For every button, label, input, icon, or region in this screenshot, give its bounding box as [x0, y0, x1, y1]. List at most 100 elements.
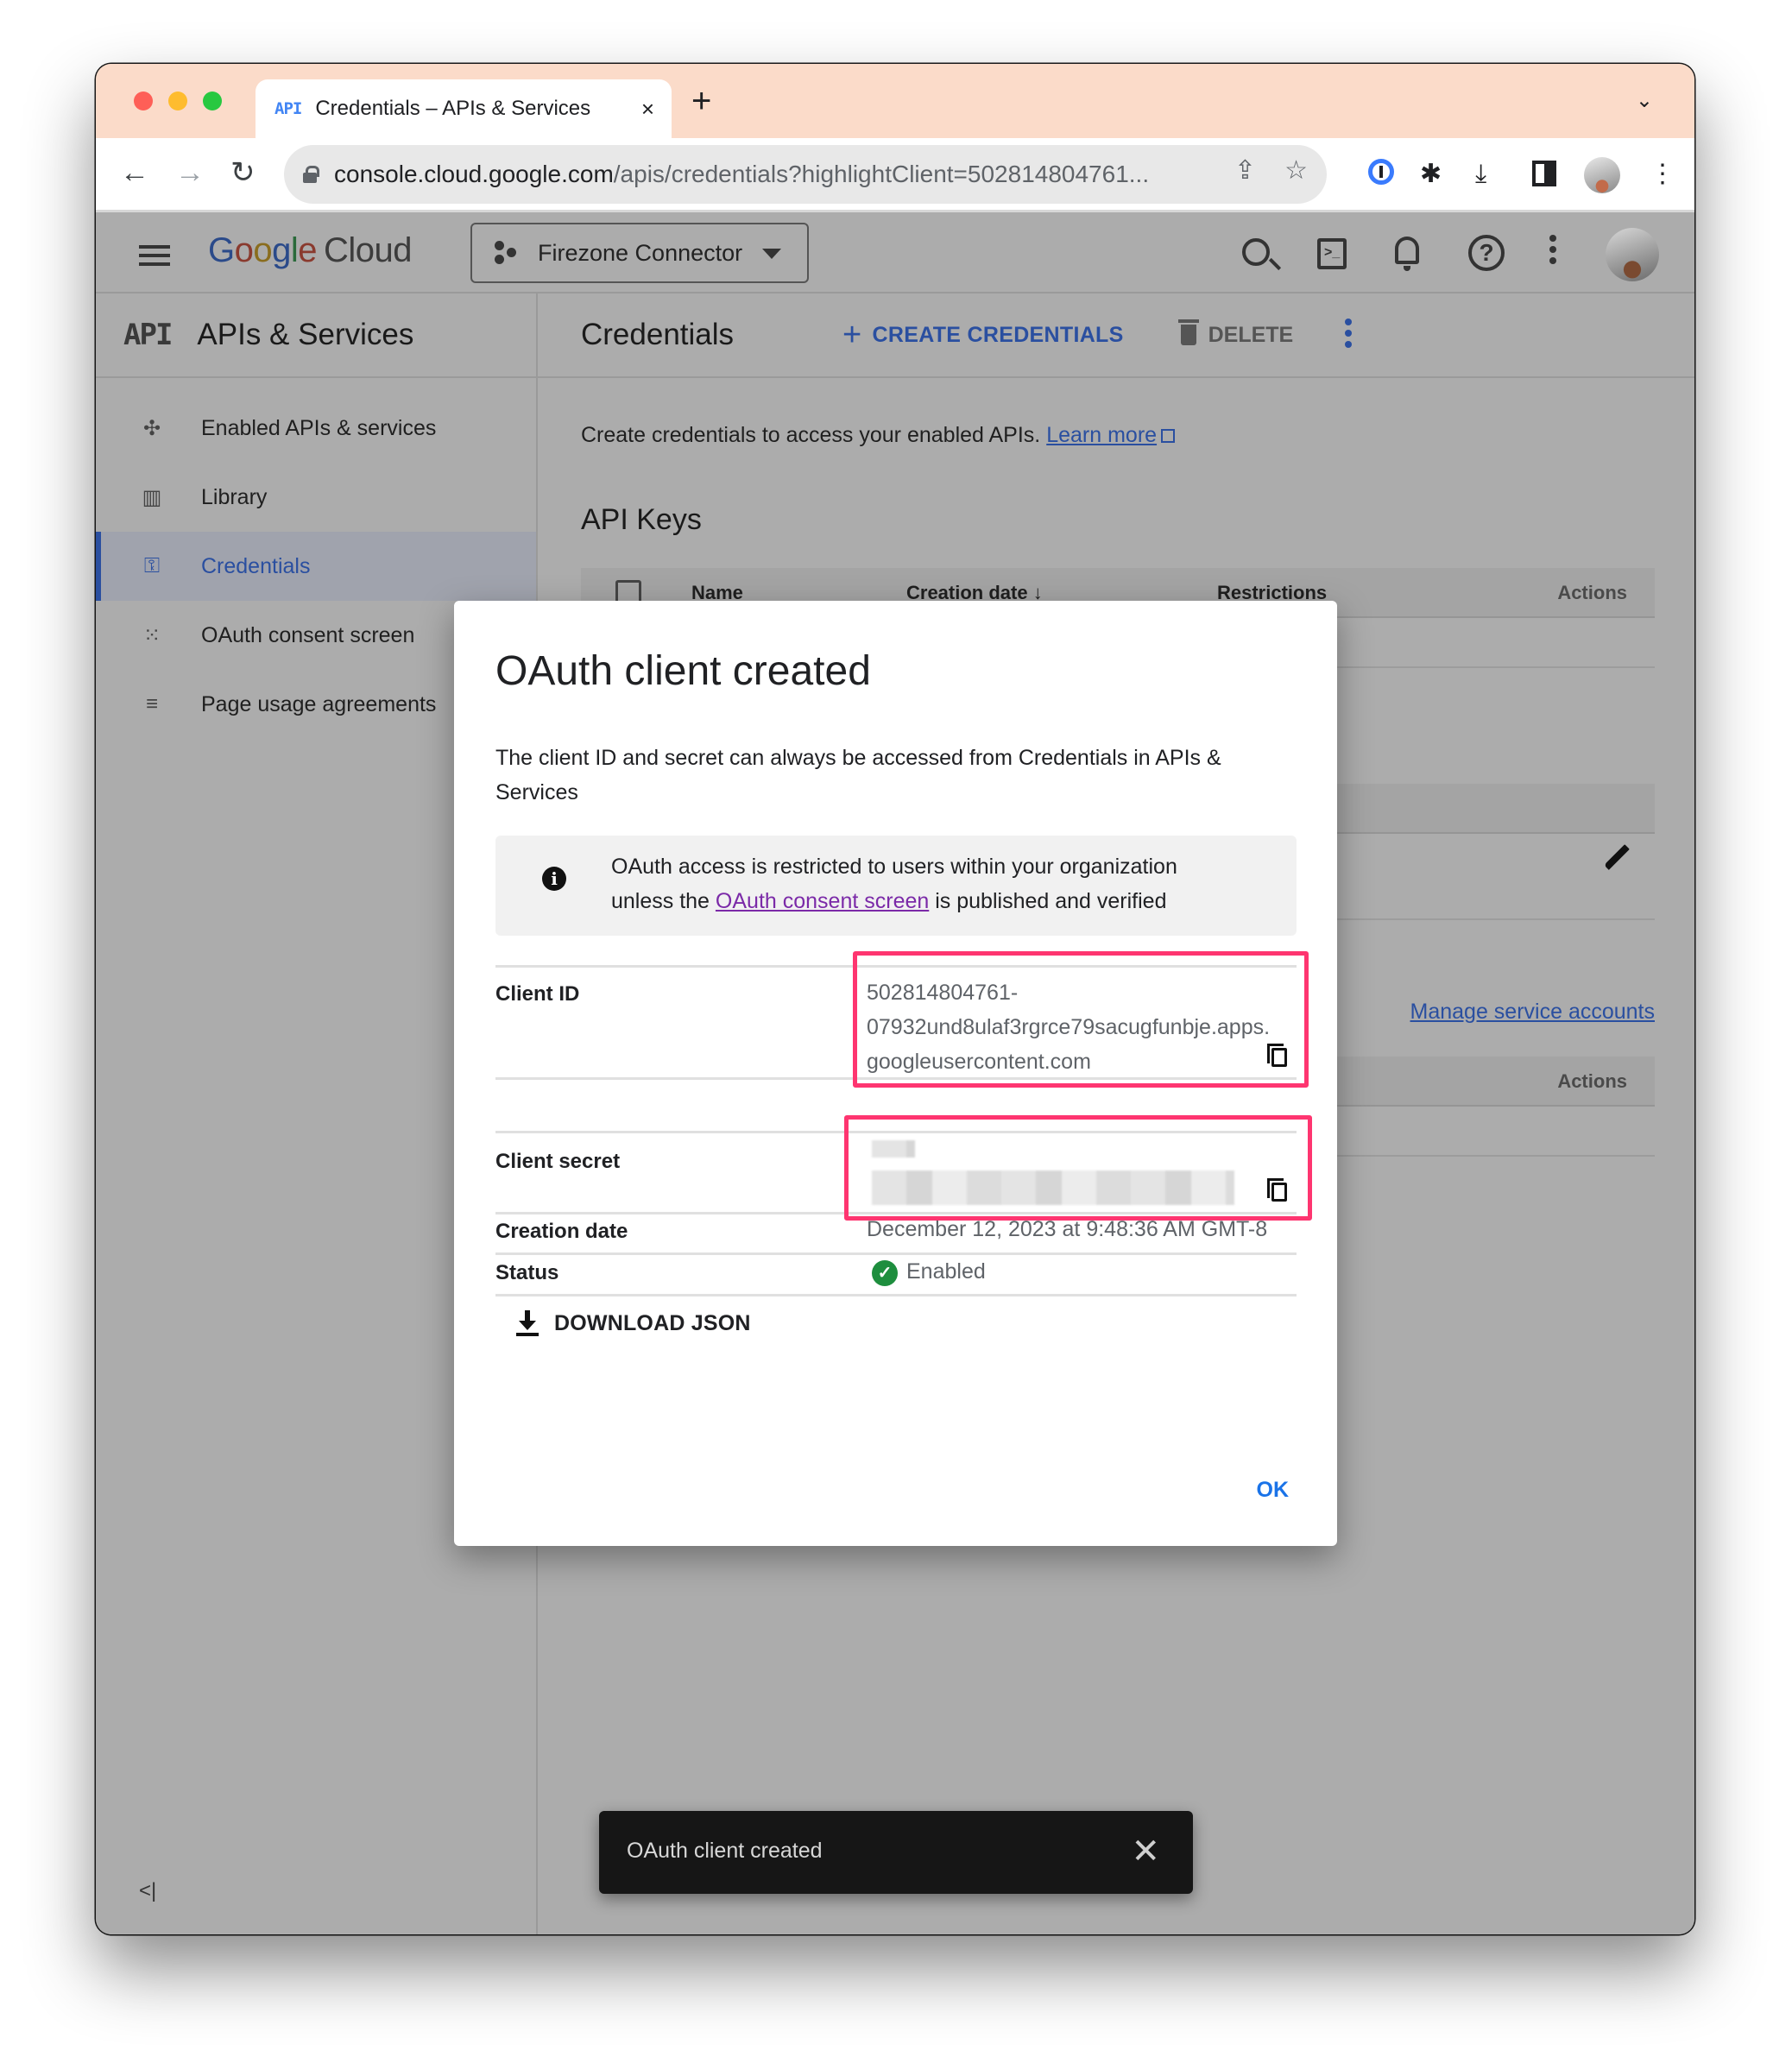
more-actions-icon[interactable] — [1345, 318, 1353, 352]
project-icon — [495, 241, 519, 265]
share-icon[interactable]: ⇪ — [1234, 155, 1256, 186]
profile-button[interactable] — [1584, 157, 1620, 193]
edit-pencil-icon[interactable] — [1604, 844, 1630, 870]
profile-avatar — [1584, 157, 1620, 193]
sidebar-item-library[interactable]: ▥ Library — [96, 463, 536, 532]
manage-service-accounts-link[interactable]: Manage service accounts — [1410, 1000, 1655, 1025]
snackbar-message: OAuth client created — [627, 1839, 823, 1863]
tab-bar: API Credentials – APIs & Services × + ⌄ — [96, 64, 1694, 138]
project-picker[interactable]: Firezone Connector — [470, 223, 809, 283]
more-options-icon[interactable] — [1549, 235, 1556, 268]
cloud-shell-terminal-icon[interactable]: >_ — [1317, 238, 1347, 269]
check-circle-icon: ✓ — [872, 1260, 898, 1286]
bookmark-star-icon[interactable]: ☆ — [1284, 155, 1308, 186]
sidebar-title: APIs & Services — [197, 318, 414, 351]
sidebar-item-label: Library — [201, 484, 268, 509]
tab-close-icon[interactable]: × — [641, 96, 654, 123]
browser-menu-icon[interactable]: ⋮ — [1650, 157, 1675, 192]
download-json-label: DOWNLOAD JSON — [554, 1310, 751, 1335]
help-icon[interactable]: ? — [1468, 235, 1505, 271]
info-line: unless the OAuth consent screen is publi… — [611, 884, 1177, 918]
minimize-window-button[interactable] — [168, 91, 187, 110]
browser-tab[interactable]: API Credentials – APIs & Services × — [256, 79, 672, 138]
key-icon: ⚿ — [143, 554, 161, 577]
info-text: OAuth access is restricted to users with… — [611, 849, 1177, 918]
snackbar: OAuth client created ✕ — [599, 1811, 1193, 1894]
client-secret-label: Client secret — [495, 1150, 621, 1173]
sidebar-item-label: Page usage agreements — [201, 691, 437, 716]
intro-text: Create credentials to access your enable… — [581, 423, 1176, 448]
logo-letter: G — [208, 231, 235, 269]
divider — [495, 1252, 1297, 1255]
extensions-puzzle-icon[interactable]: ✱ — [1420, 157, 1442, 192]
tab-title: Credentials – APIs & Services — [315, 97, 591, 120]
new-tab-button[interactable]: + — [691, 79, 711, 123]
onepassword-icon — [1368, 159, 1394, 185]
tab-search-chevron-icon[interactable]: ⌄ — [1636, 88, 1653, 113]
info-text-fragment: is published and verified — [935, 889, 1167, 913]
collapse-sidebar-icon[interactable]: <| — [139, 1879, 156, 1903]
oauth-client-created-dialog: OAuth client created The client ID and s… — [454, 601, 1337, 1546]
column-actions: Actions — [1557, 1070, 1627, 1092]
dialog-description: The client ID and secret can always be a… — [495, 746, 1221, 804]
info-banner: i OAuth access is restricted to users wi… — [495, 836, 1297, 936]
sidebar-item-label: Enabled APIs & services — [201, 415, 437, 440]
address-bar[interactable]: console.cloud.google.com/apis/credential… — [284, 145, 1327, 204]
logo-letter: e — [298, 231, 318, 269]
api-favicon-icon: API — [274, 99, 302, 118]
page-header: Credentials + CREATE CREDENTIALS DELETE — [538, 293, 1694, 378]
sidebar-item-enabled-apis[interactable]: ✣ Enabled APIs & services — [96, 394, 536, 463]
api-keys-heading: API Keys — [581, 503, 702, 536]
lock-icon[interactable] — [303, 166, 319, 183]
logo-letter: l — [290, 231, 299, 269]
consent-screen-icon: ⁙ — [142, 623, 161, 647]
divider — [495, 1294, 1297, 1296]
google-cloud-logo[interactable]: Google Cloud — [208, 231, 413, 270]
create-credentials-button[interactable]: + CREATE CREDENTIALS — [842, 319, 1124, 351]
client-secret-highlight — [844, 1115, 1312, 1221]
status-value: Enabled — [906, 1259, 986, 1284]
learn-more-link[interactable]: Learn more — [1046, 423, 1157, 447]
page-title: Credentials — [581, 318, 735, 351]
info-text-fragment: unless the — [611, 889, 710, 913]
intro-sentence: Create credentials to access your enable… — [581, 423, 1041, 447]
side-panel-button[interactable] — [1532, 161, 1556, 186]
forward-button[interactable]: → — [175, 155, 205, 190]
sidebar-header: API APIs & Services — [96, 293, 536, 378]
onepassword-extension-icon[interactable] — [1368, 159, 1394, 185]
logo-cloud-text: Cloud — [324, 231, 413, 269]
sidebar-item-credentials[interactable]: ⚿ Credentials — [96, 532, 536, 601]
trash-icon — [1177, 319, 1199, 345]
logo-letter: o — [253, 231, 273, 269]
status-label: Status — [495, 1261, 559, 1284]
client-id-label: Client ID — [495, 982, 580, 1006]
dialog-title: OAuth client created — [495, 648, 871, 694]
info-icon: i — [542, 867, 566, 891]
notifications-bell-icon[interactable] — [1395, 237, 1419, 271]
reload-button[interactable]: ↻ — [230, 155, 256, 190]
back-button[interactable]: ← — [120, 155, 149, 190]
downloads-icon[interactable]: ⤓ — [1475, 157, 1486, 192]
console-header: Google Cloud Firezone Connector >_ ? — [96, 212, 1694, 293]
oauth-consent-screen-link[interactable]: OAuth consent screen — [716, 889, 929, 913]
url-path: /apis/credentials?highlightClient=502814… — [613, 161, 1150, 187]
snackbar-close-icon[interactable]: ✕ — [1131, 1830, 1160, 1873]
url-host: console.cloud.google.com — [334, 161, 614, 187]
close-window-button[interactable] — [134, 91, 153, 110]
side-panel-icon — [1532, 161, 1556, 186]
account-avatar[interactable] — [1606, 228, 1659, 281]
download-json-button[interactable]: DOWNLOAD JSON — [516, 1310, 751, 1336]
info-line: OAuth access is restricted to users with… — [611, 855, 1177, 879]
library-icon: ▥ — [142, 485, 162, 509]
enabled-apis-icon: ✣ — [142, 416, 161, 440]
search-icon[interactable] — [1242, 238, 1270, 266]
ok-button[interactable]: OK — [1257, 1478, 1290, 1503]
client-id-highlight — [853, 951, 1309, 1088]
sidebar-item-label: OAuth consent screen — [201, 622, 415, 647]
maximize-window-button[interactable] — [203, 91, 222, 110]
delete-button[interactable]: DELETE — [1177, 319, 1293, 348]
column-actions: Actions — [1557, 582, 1627, 603]
logo-letter: g — [272, 231, 291, 269]
creation-date-value: December 12, 2023 at 9:48:36 AM GMT-8 — [867, 1217, 1268, 1241]
hamburger-menu-icon[interactable] — [139, 245, 170, 266]
